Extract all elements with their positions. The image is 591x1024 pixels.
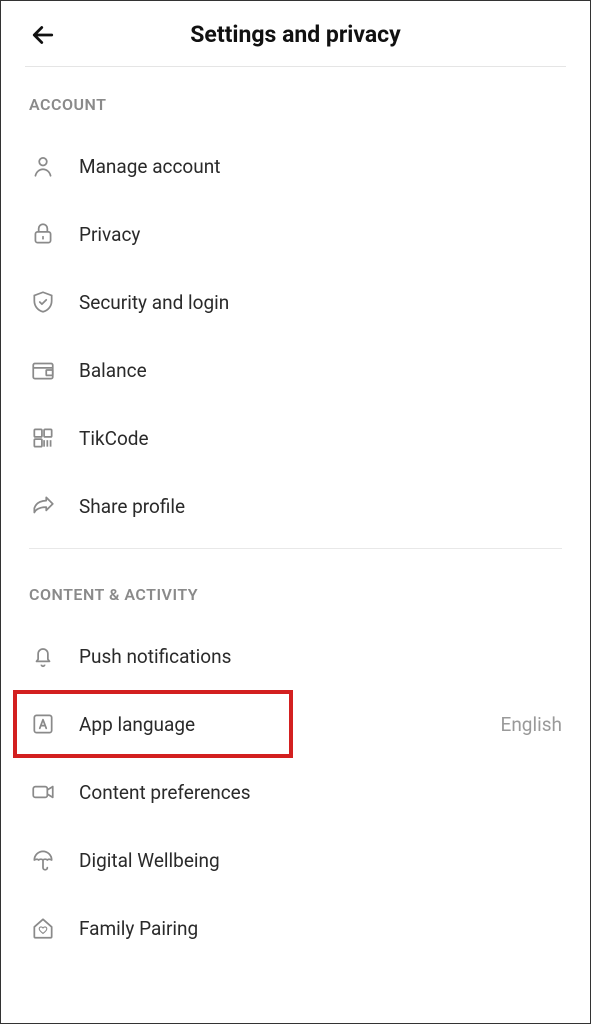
language-icon (29, 710, 57, 738)
menu-label: Balance (79, 359, 562, 382)
menu-item-push-notifications[interactable]: Push notifications (1, 622, 590, 690)
wallet-icon (29, 356, 57, 384)
menu-item-privacy[interactable]: Privacy (1, 200, 590, 268)
arrow-left-icon (28, 20, 58, 50)
section-header-content: CONTENT & ACTIVITY (1, 557, 590, 622)
back-button[interactable] (25, 17, 61, 53)
menu-item-balance[interactable]: Balance (1, 336, 590, 404)
menu-item-tikcode[interactable]: TikCode (1, 404, 590, 472)
menu-item-manage-account[interactable]: Manage account (1, 132, 590, 200)
shield-check-icon (29, 288, 57, 316)
menu-item-share-profile[interactable]: Share profile (1, 472, 590, 540)
page-title: Settings and privacy (25, 21, 566, 48)
menu-item-security[interactable]: Security and login (1, 268, 590, 336)
section-divider (29, 548, 562, 549)
content-menu-list: Push notifications App language English … (1, 622, 590, 962)
bell-icon (29, 642, 57, 670)
qrcode-icon (29, 424, 57, 452)
menu-label: Family Pairing (79, 917, 562, 940)
menu-item-family-pairing[interactable]: Family Pairing (1, 894, 590, 962)
video-icon (29, 778, 57, 806)
menu-label: Privacy (79, 223, 562, 246)
person-icon (29, 152, 57, 180)
header: Settings and privacy (1, 1, 590, 66)
menu-item-content-preferences[interactable]: Content preferences (1, 758, 590, 826)
share-arrow-icon (29, 492, 57, 520)
menu-label: TikCode (79, 427, 562, 450)
umbrella-icon (29, 846, 57, 874)
menu-label: Content preferences (79, 781, 562, 804)
menu-value: English (501, 713, 562, 736)
menu-label: App language (79, 713, 479, 736)
menu-label: Security and login (79, 291, 562, 314)
menu-label: Digital Wellbeing (79, 849, 562, 872)
home-heart-icon (29, 914, 57, 942)
menu-item-digital-wellbeing[interactable]: Digital Wellbeing (1, 826, 590, 894)
menu-label: Manage account (79, 155, 562, 178)
account-menu-list: Manage account Privacy Security and logi… (1, 132, 590, 540)
section-header-account: ACCOUNT (1, 67, 590, 132)
menu-label: Push notifications (79, 645, 562, 668)
menu-label: Share profile (79, 495, 562, 518)
lock-icon (29, 220, 57, 248)
menu-item-app-language[interactable]: App language English (1, 690, 590, 758)
